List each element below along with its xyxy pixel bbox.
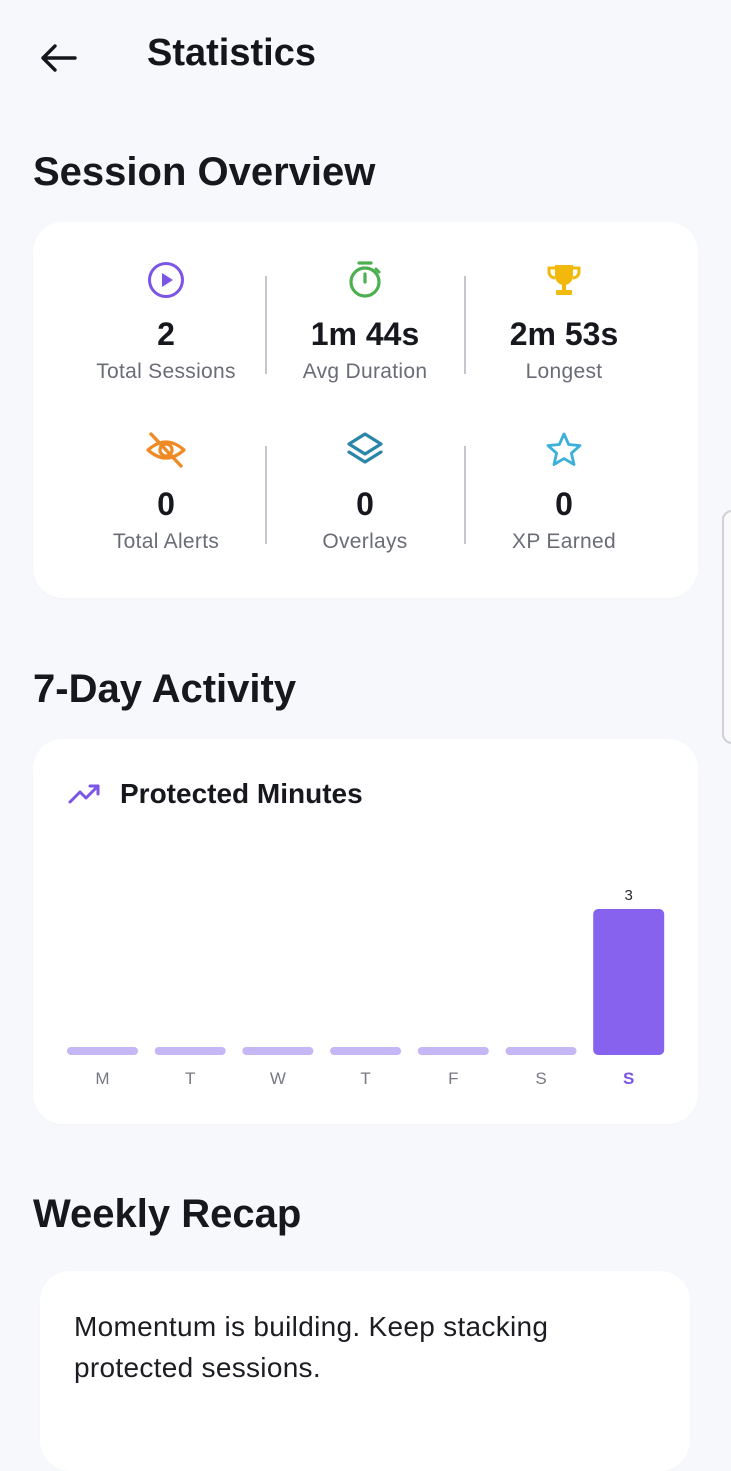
stat-label: Longest xyxy=(525,360,603,383)
chart-header: Protected Minutes xyxy=(68,778,363,810)
eye-off-icon xyxy=(146,432,186,468)
stat-value: 1m 44s xyxy=(310,316,420,352)
stopwatch-icon xyxy=(349,261,381,298)
section-title-session-overview: Session Overview xyxy=(33,150,376,194)
stat-label: Total Alerts xyxy=(112,530,220,553)
weekly-recap-text: Momentum is building. Keep stacking prot… xyxy=(74,1311,549,1383)
page-title: Statistics xyxy=(147,32,316,74)
arrow-left-icon xyxy=(41,44,77,72)
chart-title: Protected Minutes xyxy=(120,778,363,809)
stat-value: 2m 53s xyxy=(509,316,619,352)
stat-value: 2 xyxy=(157,316,175,352)
stat-overlays: 0 Overlays xyxy=(265,428,465,554)
stat-total-sessions: 2 Total Sessions xyxy=(66,258,266,384)
back-button[interactable] xyxy=(36,38,80,78)
section-title-7-day-activity: 7-Day Activity xyxy=(33,667,297,711)
stat-label: Total Sessions xyxy=(96,360,236,383)
session-overview-card: 2 Total Sessions 1m 44s Avg Duration 2m … xyxy=(33,222,698,598)
top-app-bar: Statistics xyxy=(0,0,731,116)
stat-value: 0 xyxy=(356,486,374,522)
stat-label: Overlays xyxy=(322,530,408,553)
stat-longest: 2m 53s Longest xyxy=(464,258,664,384)
stat-label: XP Earned xyxy=(512,530,616,553)
section-title-weekly-recap: Weekly Recap xyxy=(33,1192,302,1236)
scroll-indicator[interactable] xyxy=(722,510,731,744)
trending-up-icon xyxy=(68,784,100,804)
stat-value: 0 xyxy=(157,486,175,522)
stat-label: Avg Duration xyxy=(302,360,428,383)
stat-total-alerts: 0 Total Alerts xyxy=(66,428,266,554)
play-circle-icon xyxy=(148,262,184,298)
stat-value: 0 xyxy=(555,486,573,522)
trophy-icon xyxy=(547,265,581,295)
star-icon xyxy=(546,432,582,466)
stat-avg-duration: 1m 44s Avg Duration xyxy=(265,258,465,384)
layers-icon xyxy=(347,432,383,464)
stat-xp-earned: 0 XP Earned xyxy=(464,428,664,554)
